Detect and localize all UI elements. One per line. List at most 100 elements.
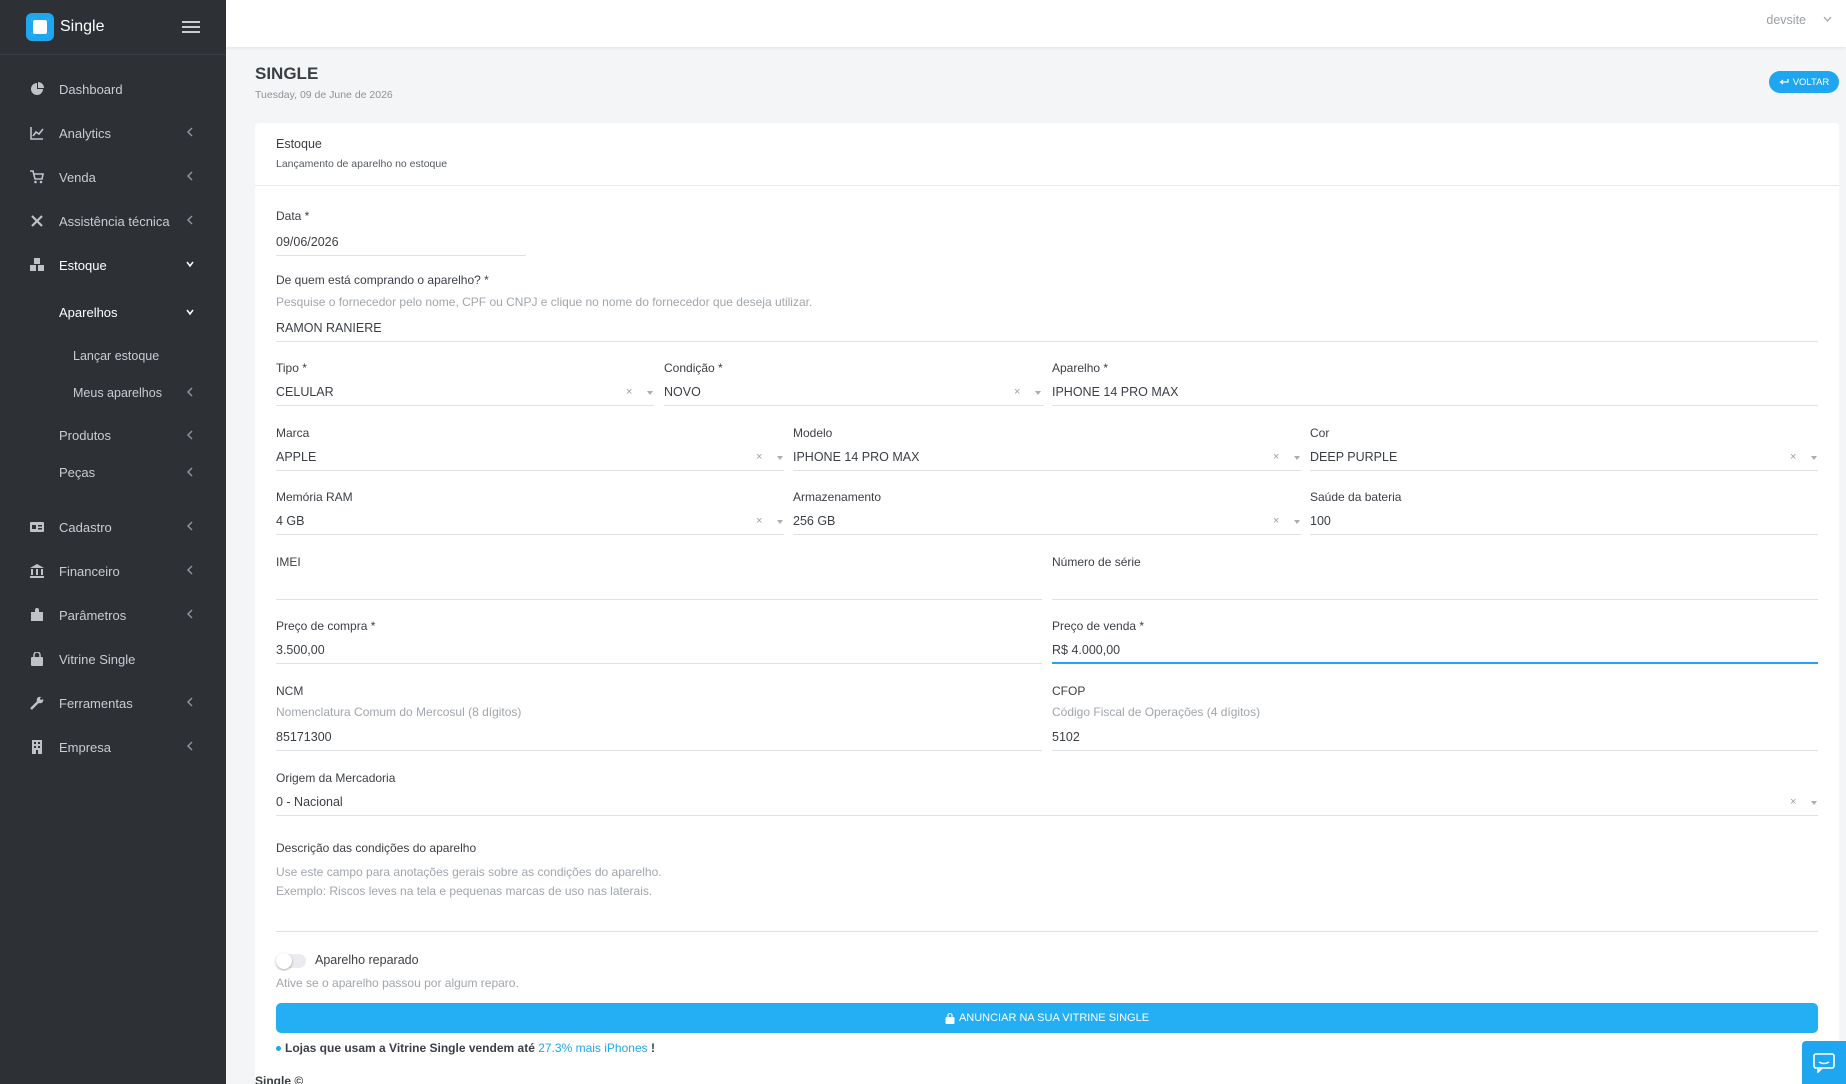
- clear-icon[interactable]: ×: [756, 451, 762, 463]
- clear-icon[interactable]: ×: [756, 515, 762, 527]
- announce-vitrine-button[interactable]: ANUNCIAR NA SUA VITRINE SINGLE: [276, 1003, 1818, 1033]
- clear-icon[interactable]: ×: [1273, 451, 1279, 463]
- type-label: Tipo *: [276, 361, 307, 375]
- bullet-icon: [276, 1045, 281, 1051]
- battery-label: Saúde da bateria: [1310, 490, 1402, 504]
- ncm-label: NCM: [276, 684, 304, 698]
- ram-select[interactable]: 4 GB ×: [276, 510, 784, 535]
- clear-icon[interactable]: ×: [626, 386, 632, 398]
- serial-field[interactable]: [1052, 575, 1818, 600]
- cfop-label: CFOP: [1052, 684, 1086, 698]
- chevron-left-icon: [186, 127, 193, 137]
- model-label: Modelo: [793, 426, 833, 440]
- sidebar-item-venda[interactable]: Venda: [0, 155, 226, 199]
- caret-down-icon: [1035, 391, 1041, 395]
- color-label: Cor: [1310, 426, 1330, 440]
- chevron-left-icon: [186, 565, 193, 575]
- chat-button[interactable]: [1802, 1041, 1846, 1084]
- sidebar-item-cadastro[interactable]: Cadastro: [0, 505, 226, 549]
- sidebar-item-estoque[interactable]: Estoque: [0, 243, 226, 287]
- sale-price-field[interactable]: R$ 4.000,00: [1052, 639, 1818, 664]
- user-menu[interactable]: devsite: [1766, 13, 1806, 27]
- card-header: Estoque Lançamento de aparelho no estoqu…: [255, 123, 1839, 186]
- condition-select[interactable]: NOVO ×: [664, 381, 1044, 406]
- purchase-price-label: Preço de compra *: [276, 619, 376, 633]
- description-textarea[interactable]: Use este campo para anotações gerais sob…: [276, 862, 1818, 932]
- imei-field[interactable]: [276, 575, 1042, 600]
- brand-select[interactable]: APPLE ×: [276, 446, 784, 471]
- caret-down-icon: [777, 456, 783, 460]
- puzzle-icon: [31, 608, 43, 621]
- purchase-price-field[interactable]: 3.500,00: [276, 639, 1042, 664]
- repaired-help: Ative se o aparelho passou por algum rep…: [276, 976, 519, 990]
- storage-label: Armazenamento: [793, 490, 882, 504]
- chevron-left-icon: [186, 215, 193, 225]
- sidebar-item-analytics[interactable]: Analytics: [0, 111, 226, 155]
- bag-icon: [945, 1012, 955, 1024]
- sidebar-item-dashboard[interactable]: Dashboard: [0, 67, 226, 111]
- sale-price-label: Preço de venda *: [1052, 619, 1145, 633]
- footer-text: Single ©: [255, 1074, 304, 1084]
- description-label: Descrição das condições do aparelho: [276, 841, 477, 855]
- bank-icon: [30, 564, 44, 578]
- caret-down-icon: [1811, 456, 1817, 460]
- hamburger-icon[interactable]: [182, 21, 200, 33]
- ncm-help: Nomenclatura Comum do Mercosul (8 dígito…: [276, 705, 522, 719]
- sidebar-item-pecas[interactable]: Peças: [0, 454, 226, 491]
- chevron-left-icon: [186, 430, 193, 440]
- back-button[interactable]: VOLTAR: [1769, 71, 1839, 93]
- description-placeholder-1: Use este campo para anotações gerais sob…: [276, 865, 662, 879]
- imei-label: IMEI: [276, 555, 301, 569]
- card-subtitle: Lançamento de aparelho no estoque: [276, 158, 448, 170]
- device-field[interactable]: IPHONE 14 PRO MAX: [1052, 381, 1818, 406]
- line-chart-icon: [30, 127, 44, 140]
- pie-chart-icon: [31, 82, 44, 95]
- origin-select[interactable]: 0 - Nacional ×: [276, 791, 1818, 816]
- sidebar-item-vitrine[interactable]: Vitrine Single: [0, 637, 226, 681]
- battery-field[interactable]: 100: [1310, 510, 1818, 535]
- sidebar-item-lancar-estoque[interactable]: Lançar estoque: [0, 337, 226, 374]
- page-title: SINGLE: [255, 64, 319, 83]
- promo-highlight: 27.3% mais iPhones: [538, 1041, 648, 1055]
- ncm-field[interactable]: 85171300: [276, 726, 1042, 751]
- caret-down-icon: [1811, 801, 1817, 805]
- color-select[interactable]: DEEP PURPLE ×: [1310, 446, 1818, 471]
- clear-icon[interactable]: ×: [1014, 386, 1020, 398]
- clear-icon[interactable]: ×: [1273, 515, 1279, 527]
- sidebar-item-parametros[interactable]: Parâmetros: [0, 593, 226, 637]
- storage-select[interactable]: 256 GB ×: [793, 510, 1301, 535]
- condition-label: Condição *: [664, 361, 723, 375]
- device-label: Aparelho *: [1052, 361, 1109, 375]
- topbar: devsite: [226, 0, 1846, 47]
- date-field[interactable]: 09/06/2026: [276, 231, 526, 256]
- description-placeholder-2: Exemplo: Riscos leves na tela e pequenas…: [276, 884, 653, 898]
- chat-icon: [1813, 1052, 1835, 1073]
- supplier-label: De quem está comprando o aparelho? *: [276, 273, 489, 287]
- chevron-left-icon: [186, 171, 193, 181]
- chevron-left-icon: [186, 697, 193, 707]
- clear-icon[interactable]: ×: [1790, 451, 1796, 463]
- clear-icon[interactable]: ×: [1790, 796, 1796, 808]
- sidebar-item-meus-aparelhos[interactable]: Meus aparelhos: [0, 374, 226, 411]
- chevron-left-icon: [186, 387, 193, 397]
- chevron-left-icon: [186, 521, 193, 531]
- sidebar-item-produtos[interactable]: Produtos: [0, 417, 226, 454]
- sidebar-item-empresa[interactable]: Empresa: [0, 725, 226, 769]
- date-label: Data *: [276, 209, 310, 223]
- origin-label: Origem da Mercadoria: [276, 771, 396, 785]
- sidebar-item-assistencia[interactable]: Assistência técnica: [0, 199, 226, 243]
- sidebar-item-ferramentas[interactable]: Ferramentas: [0, 681, 226, 725]
- model-select[interactable]: IPHONE 14 PRO MAX ×: [793, 446, 1301, 471]
- return-arrow-icon: [1779, 79, 1789, 85]
- wrench-icon: [30, 696, 44, 710]
- cfop-field[interactable]: 5102: [1052, 726, 1818, 751]
- id-card-icon: [30, 522, 44, 532]
- supplier-help: Pesquise o fornecedor pelo nome, CPF ou …: [276, 295, 813, 309]
- sidebar-item-financeiro[interactable]: Financeiro: [0, 549, 226, 593]
- type-select[interactable]: CELULAR ×: [276, 381, 654, 406]
- repaired-toggle[interactable]: [276, 953, 306, 969]
- card-title: Estoque: [276, 137, 322, 151]
- chevron-down-icon[interactable]: [1823, 16, 1832, 22]
- supplier-field[interactable]: RAMON RANIERE: [276, 317, 1818, 342]
- sidebar-item-aparelhos[interactable]: Aparelhos: [0, 287, 226, 337]
